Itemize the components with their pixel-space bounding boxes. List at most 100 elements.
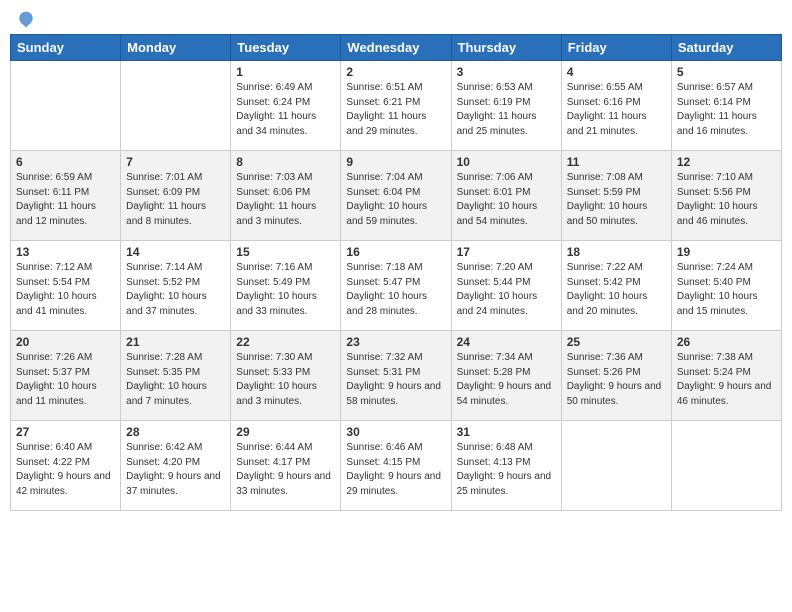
daylight-text: Daylight: 9 hours and 37 minutes.: [126, 471, 221, 497]
sunrise-text: Sunrise: 7:06 AM: [457, 172, 533, 183]
day-info: Sunrise: 7:16 AM Sunset: 5:49 PM Dayligh…: [236, 261, 335, 319]
sunrise-text: Sunrise: 7:24 AM: [677, 262, 753, 273]
sunset-text: Sunset: 5:33 PM: [236, 367, 310, 378]
day-header-monday: Monday: [121, 35, 231, 61]
day-number: 29: [236, 425, 335, 439]
daylight-text: Daylight: 11 hours and 34 minutes.: [236, 111, 316, 137]
day-info: Sunrise: 6:46 AM Sunset: 4:15 PM Dayligh…: [346, 441, 445, 499]
calendar-table: SundayMondayTuesdayWednesdayThursdayFrid…: [10, 34, 782, 511]
calendar-cell: 21 Sunrise: 7:28 AM Sunset: 5:35 PM Dayl…: [121, 331, 231, 421]
day-number: 5: [677, 65, 776, 79]
calendar-cell: 27 Sunrise: 6:40 AM Sunset: 4:22 PM Dayl…: [11, 421, 121, 511]
day-number: 9: [346, 155, 445, 169]
sunrise-text: Sunrise: 7:32 AM: [346, 352, 422, 363]
calendar-cell: 23 Sunrise: 7:32 AM Sunset: 5:31 PM Dayl…: [341, 331, 451, 421]
calendar-cell: 9 Sunrise: 7:04 AM Sunset: 6:04 PM Dayli…: [341, 151, 451, 241]
day-info: Sunrise: 7:08 AM Sunset: 5:59 PM Dayligh…: [567, 171, 666, 229]
daylight-text: Daylight: 9 hours and 33 minutes.: [236, 471, 331, 497]
day-number: 22: [236, 335, 335, 349]
sunrise-text: Sunrise: 7:36 AM: [567, 352, 643, 363]
day-info: Sunrise: 6:51 AM Sunset: 6:21 PM Dayligh…: [346, 81, 445, 139]
calendar-cell: 2 Sunrise: 6:51 AM Sunset: 6:21 PM Dayli…: [341, 61, 451, 151]
daylight-text: Daylight: 10 hours and 37 minutes.: [126, 291, 207, 317]
day-number: 2: [346, 65, 445, 79]
day-number: 11: [567, 155, 666, 169]
sunset-text: Sunset: 6:11 PM: [16, 187, 89, 198]
day-number: 31: [457, 425, 556, 439]
daylight-text: Daylight: 10 hours and 33 minutes.: [236, 291, 317, 317]
calendar-cell: 3 Sunrise: 6:53 AM Sunset: 6:19 PM Dayli…: [451, 61, 561, 151]
calendar-cell: 17 Sunrise: 7:20 AM Sunset: 5:44 PM Dayl…: [451, 241, 561, 331]
day-info: Sunrise: 7:38 AM Sunset: 5:24 PM Dayligh…: [677, 351, 776, 409]
sunrise-text: Sunrise: 6:57 AM: [677, 82, 753, 93]
daylight-text: Daylight: 10 hours and 20 minutes.: [567, 291, 648, 317]
sunrise-text: Sunrise: 6:46 AM: [346, 442, 422, 453]
calendar-cell: [121, 61, 231, 151]
day-info: Sunrise: 6:42 AM Sunset: 4:20 PM Dayligh…: [126, 441, 225, 499]
sunrise-text: Sunrise: 7:20 AM: [457, 262, 533, 273]
day-info: Sunrise: 6:57 AM Sunset: 6:14 PM Dayligh…: [677, 81, 776, 139]
sunset-text: Sunset: 4:20 PM: [126, 457, 200, 468]
day-number: 3: [457, 65, 556, 79]
sunrise-text: Sunrise: 7:01 AM: [126, 172, 202, 183]
day-info: Sunrise: 7:12 AM Sunset: 5:54 PM Dayligh…: [16, 261, 115, 319]
sunset-text: Sunset: 4:22 PM: [16, 457, 90, 468]
calendar-cell: 26 Sunrise: 7:38 AM Sunset: 5:24 PM Dayl…: [671, 331, 781, 421]
sunrise-text: Sunrise: 7:14 AM: [126, 262, 202, 273]
sunrise-text: Sunrise: 7:12 AM: [16, 262, 92, 273]
sunset-text: Sunset: 5:52 PM: [126, 277, 200, 288]
daylight-text: Daylight: 9 hours and 54 minutes.: [457, 381, 552, 407]
sunset-text: Sunset: 5:28 PM: [457, 367, 531, 378]
day-number: 17: [457, 245, 556, 259]
day-info: Sunrise: 7:03 AM Sunset: 6:06 PM Dayligh…: [236, 171, 335, 229]
calendar-cell: 19 Sunrise: 7:24 AM Sunset: 5:40 PM Dayl…: [671, 241, 781, 331]
sunset-text: Sunset: 5:40 PM: [677, 277, 751, 288]
sunrise-text: Sunrise: 7:08 AM: [567, 172, 643, 183]
sunrise-text: Sunrise: 7:04 AM: [346, 172, 422, 183]
sunset-text: Sunset: 4:15 PM: [346, 457, 420, 468]
day-info: Sunrise: 7:32 AM Sunset: 5:31 PM Dayligh…: [346, 351, 445, 409]
daylight-text: Daylight: 10 hours and 15 minutes.: [677, 291, 758, 317]
day-number: 23: [346, 335, 445, 349]
day-number: 6: [16, 155, 115, 169]
calendar-cell: 4 Sunrise: 6:55 AM Sunset: 6:16 PM Dayli…: [561, 61, 671, 151]
sunset-text: Sunset: 5:37 PM: [16, 367, 90, 378]
sunrise-text: Sunrise: 7:34 AM: [457, 352, 533, 363]
sunset-text: Sunset: 6:24 PM: [236, 97, 310, 108]
sunset-text: Sunset: 5:35 PM: [126, 367, 200, 378]
daylight-text: Daylight: 10 hours and 3 minutes.: [236, 381, 317, 407]
calendar-cell: 12 Sunrise: 7:10 AM Sunset: 5:56 PM Dayl…: [671, 151, 781, 241]
calendar-cell: 30 Sunrise: 6:46 AM Sunset: 4:15 PM Dayl…: [341, 421, 451, 511]
calendar-cell: 24 Sunrise: 7:34 AM Sunset: 5:28 PM Dayl…: [451, 331, 561, 421]
day-number: 13: [16, 245, 115, 259]
daylight-text: Daylight: 10 hours and 54 minutes.: [457, 201, 538, 227]
sunset-text: Sunset: 5:31 PM: [346, 367, 420, 378]
calendar-cell: [671, 421, 781, 511]
day-header-wednesday: Wednesday: [341, 35, 451, 61]
sunset-text: Sunset: 5:49 PM: [236, 277, 310, 288]
day-number: 12: [677, 155, 776, 169]
calendar-cell: 31 Sunrise: 6:48 AM Sunset: 4:13 PM Dayl…: [451, 421, 561, 511]
daylight-text: Daylight: 11 hours and 12 minutes.: [16, 201, 96, 227]
calendar-cell: 1 Sunrise: 6:49 AM Sunset: 6:24 PM Dayli…: [231, 61, 341, 151]
day-number: 16: [346, 245, 445, 259]
daylight-text: Daylight: 10 hours and 41 minutes.: [16, 291, 97, 317]
sunset-text: Sunset: 5:47 PM: [346, 277, 420, 288]
day-info: Sunrise: 7:06 AM Sunset: 6:01 PM Dayligh…: [457, 171, 556, 229]
sunset-text: Sunset: 6:09 PM: [126, 187, 200, 198]
daylight-text: Daylight: 11 hours and 8 minutes.: [126, 201, 206, 227]
calendar-cell: 29 Sunrise: 6:44 AM Sunset: 4:17 PM Dayl…: [231, 421, 341, 511]
daylight-text: Daylight: 11 hours and 25 minutes.: [457, 111, 537, 137]
daylight-text: Daylight: 10 hours and 59 minutes.: [346, 201, 427, 227]
sunrise-text: Sunrise: 6:53 AM: [457, 82, 533, 93]
calendar-week-row: 13 Sunrise: 7:12 AM Sunset: 5:54 PM Dayl…: [11, 241, 782, 331]
page-header: [10, 10, 782, 26]
day-number: 20: [16, 335, 115, 349]
calendar-week-row: 1 Sunrise: 6:49 AM Sunset: 6:24 PM Dayli…: [11, 61, 782, 151]
calendar-cell: 6 Sunrise: 6:59 AM Sunset: 6:11 PM Dayli…: [11, 151, 121, 241]
day-header-thursday: Thursday: [451, 35, 561, 61]
calendar-cell: 28 Sunrise: 6:42 AM Sunset: 4:20 PM Dayl…: [121, 421, 231, 511]
calendar-week-row: 6 Sunrise: 6:59 AM Sunset: 6:11 PM Dayli…: [11, 151, 782, 241]
daylight-text: Daylight: 9 hours and 42 minutes.: [16, 471, 111, 497]
calendar-cell: [561, 421, 671, 511]
